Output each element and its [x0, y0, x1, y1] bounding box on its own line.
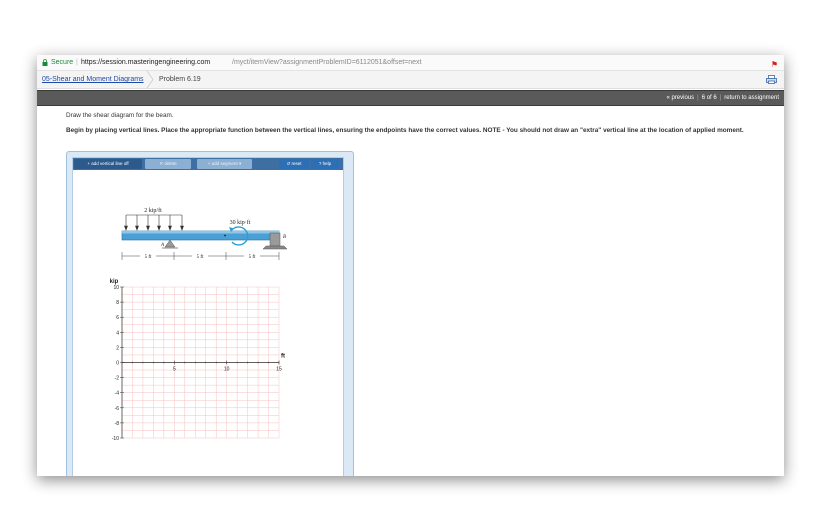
- y-tick-label: 4: [116, 330, 119, 336]
- help-button[interactable]: ? help: [311, 159, 339, 169]
- span-1-label: 5 ft: [145, 255, 152, 260]
- x-tick-label: 15: [276, 367, 282, 373]
- x-tick-label: 10: [224, 367, 230, 373]
- applied-moment-label: 30 kip·ft: [230, 219, 251, 226]
- y-tick-label: 10: [113, 285, 119, 291]
- breadcrumb: 05-Shear and Moment Diagrams Problem 6.1…: [37, 71, 784, 89]
- return-to-assignment-link[interactable]: return to assignment: [724, 95, 779, 101]
- breadcrumb-link[interactable]: 05-Shear and Moment Diagrams: [42, 71, 144, 88]
- y-tick-label: -6: [115, 406, 120, 412]
- instruction-bold-text: Begin by placing vertical lines. Place t…: [66, 127, 744, 134]
- beam-diagram: 2 kip/ft 30 kip·ft A B 5 ft 5 ft 5 ft: [121, 207, 288, 260]
- url-host: https://session.masteringengineering.com: [81, 59, 211, 66]
- url-path: /myct/itemView?assignmentProblemID=61120…: [232, 59, 422, 66]
- nav-separator: |: [719, 95, 722, 101]
- breadcrumb-current: Problem 6.19: [159, 76, 201, 83]
- support-a-label: A: [160, 243, 165, 248]
- address-bar[interactable]: Secure | https://session.masteringengine…: [37, 55, 784, 71]
- help-label: help: [322, 161, 332, 166]
- secure-label: Secure: [51, 59, 74, 66]
- y-tick-label: -8: [115, 421, 120, 427]
- y-tick-label: -4: [115, 391, 120, 397]
- delete-button[interactable]: ✕ delete: [145, 159, 191, 169]
- add-segment-button[interactable]: + add segment ▾: [197, 159, 252, 169]
- support-b-label: B: [283, 235, 286, 240]
- y-axis-label: kip: [110, 279, 119, 285]
- span-2-label: 5 ft: [197, 255, 204, 260]
- lock-icon: [42, 59, 48, 66]
- delete-label: delete: [164, 161, 177, 166]
- problem-figure: 2 kip/ft 30 kip·ft A B 5 ft 5 ft 5 ft 10…: [110, 207, 288, 442]
- shear-diagram-chart[interactable]: 10 8 6 4 2 0 -2 -4 -6 -8 -10 5 10 15 kip ft: [110, 279, 285, 442]
- reset-button[interactable]: ↺ reset: [279, 159, 309, 169]
- distributed-load-arrows: [124, 215, 184, 231]
- drawing-tool-panel: + add vertical line off ✕ delete + add s…: [66, 151, 354, 476]
- add-vertical-line-label: add vertical line off: [91, 161, 129, 166]
- address-separator: |: [76, 59, 78, 66]
- nav-separator: |: [697, 95, 699, 101]
- add-segment-label: add segment: [211, 161, 238, 166]
- instruction-text: Draw the shear diagram for the beam.: [66, 112, 174, 119]
- print-icon[interactable]: [766, 75, 777, 84]
- x-axis-label: ft: [281, 354, 285, 360]
- instructions: Draw the shear diagram for the beam. Beg…: [66, 112, 766, 135]
- drawing-canvas-frame: + add vertical line off ✕ delete + add s…: [72, 157, 344, 476]
- span-3-label: 5 ft: [249, 255, 256, 260]
- problem-position: 6 of 6: [701, 95, 717, 101]
- reset-label: reset: [291, 161, 302, 166]
- y-tick-label: 8: [116, 300, 119, 306]
- previous-link[interactable]: « previous: [666, 95, 694, 101]
- assignment-nav-bar: « previous | 6 of 6 | return to assignment: [37, 90, 784, 106]
- chevron-down-icon: ▾: [237, 161, 242, 166]
- y-tick-label: -2: [115, 376, 120, 382]
- browser-window: Secure | https://session.masteringengine…: [37, 55, 784, 476]
- beam-highlight: [122, 231, 279, 234]
- x-tick-label: 5: [173, 367, 176, 373]
- y-tick-label: -10: [112, 436, 119, 442]
- y-tick-label: 6: [116, 315, 119, 321]
- add-vertical-line-button[interactable]: + add vertical line off: [74, 159, 142, 169]
- extension-icon[interactable]: ⚑: [771, 57, 778, 72]
- y-tick-label: 0: [116, 361, 119, 367]
- chevron-right-icon: [146, 71, 154, 88]
- drawing-toolbar: + add vertical line off ✕ delete + add s…: [73, 158, 343, 170]
- distributed-load-label: 2 kip/ft: [144, 207, 162, 214]
- y-tick-label: 2: [116, 345, 119, 351]
- support-a-pin: A: [160, 239, 178, 249]
